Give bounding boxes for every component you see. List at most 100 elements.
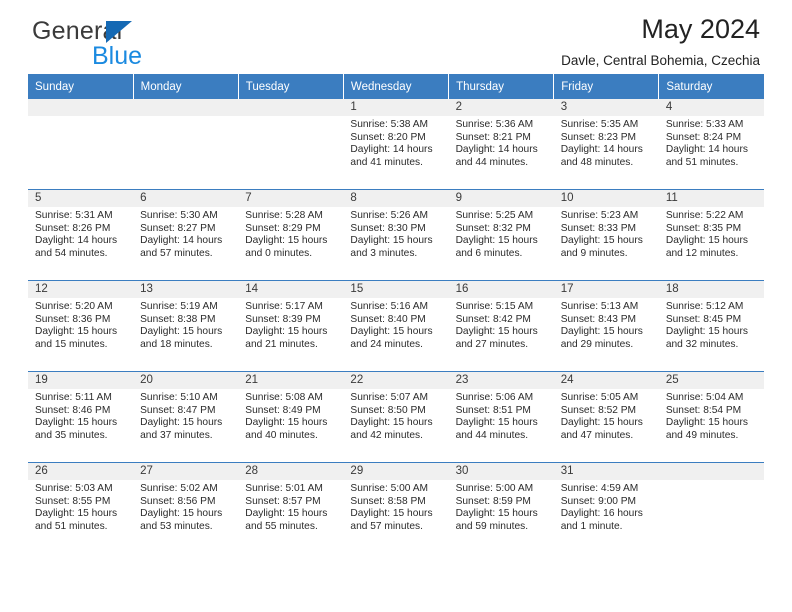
logo-text-blue: Blue (92, 42, 143, 70)
day-cell[interactable]: 27 Sunrise: 5:02 AM Sunset: 8:56 PM Dayligh… (133, 462, 239, 553)
day-cell[interactable]: 17 Sunrise: 5:13 AM Sunset: 8:43 PM Dayligh… (553, 280, 659, 372)
daylight-duration-line1: Daylight: 15 hours (350, 326, 433, 338)
daylight-duration-line1: Daylight: 15 hours (665, 326, 748, 338)
day-cell[interactable]: 22 Sunrise: 5:07 AM Sunset: 8:50 PM Dayligh… (343, 371, 449, 463)
daylight-duration-line2: and 44 minutes. (455, 429, 529, 441)
daylight-duration-line1: Daylight: 14 hours (140, 235, 223, 247)
day-cell[interactable]: 31 Sunrise: 4:59 AM Sunset: 9:00 PM Dayligh… (553, 462, 659, 553)
day-number: 3 (553, 99, 659, 116)
day-cell[interactable]: 12 Sunrise: 5:20 AM Sunset: 8:36 PM Dayligh… (28, 280, 134, 372)
daylight-duration-line2: and 32 minutes. (665, 338, 739, 350)
day-cell[interactable]: 26 Sunrise: 5:03 AM Sunset: 8:55 PM Dayligh… (28, 462, 134, 553)
sunrise-time: Sunrise: 5:33 AM (665, 119, 744, 130)
sunset-time: Sunset: 8:47 PM (140, 404, 216, 416)
sunset-time: Sunset: 8:55 PM (35, 495, 111, 507)
sunset-time: Sunset: 8:29 PM (245, 222, 321, 234)
sunset-time: Sunset: 8:30 PM (350, 222, 426, 234)
sunrise-time: Sunrise: 5:15 AM (455, 301, 534, 312)
day-cell[interactable]: 4 Sunrise: 5:33 AM Sunset: 8:24 PM Daylight… (658, 99, 764, 190)
sunrise-time: Sunrise: 5:07 AM (350, 392, 429, 403)
sunset-time: Sunset: 8:51 PM (455, 404, 531, 416)
day-cell[interactable]: 25 Sunrise: 5:04 AM Sunset: 8:54 PM Dayligh… (658, 371, 764, 463)
day-cell[interactable] (658, 462, 764, 553)
sunset-time: Sunset: 8:46 PM (35, 404, 111, 416)
sunrise-time: Sunrise: 5:25 AM (455, 210, 534, 221)
day-cell[interactable]: 7 Sunrise: 5:28 AM Sunset: 8:29 PM Daylight… (238, 189, 344, 281)
week-row: 5 Sunrise: 5:31 AM Sunset: 8:26 PM Daylight… (28, 189, 764, 281)
sunset-time: Sunset: 8:38 PM (140, 313, 216, 325)
day-cell[interactable]: 5 Sunrise: 5:31 AM Sunset: 8:26 PM Daylight… (28, 189, 134, 281)
day-cell[interactable]: 30 Sunrise: 5:00 AM Sunset: 8:59 PM Dayligh… (448, 462, 554, 553)
day-cell[interactable]: 10 Sunrise: 5:23 AM Sunset: 8:33 PM Dayligh… (553, 189, 659, 281)
sunrise-time: Sunrise: 5:01 AM (245, 483, 323, 494)
day-cell[interactable]: 24 Sunrise: 5:05 AM Sunset: 8:52 PM Dayligh… (553, 371, 659, 463)
day-cell[interactable]: 28 Sunrise: 5:01 AM Sunset: 8:57 PM Dayligh… (238, 462, 344, 553)
sunrise-time: Sunrise: 5:20 AM (35, 301, 113, 312)
daylight-duration-line1: Daylight: 15 hours (560, 235, 643, 247)
daylight-duration-line2: and 47 minutes. (560, 429, 634, 441)
sunset-time: Sunset: 8:45 PM (665, 313, 742, 325)
day-number: 29 (343, 463, 449, 480)
day-number: 21 (238, 372, 344, 389)
daylight-duration-line2: and 12 minutes. (665, 247, 739, 259)
day-number: 20 (133, 372, 239, 389)
day-cell[interactable]: 11 Sunrise: 5:22 AM Sunset: 8:35 PM Dayligh… (658, 189, 764, 281)
daylight-duration-line1: Daylight: 15 hours (350, 508, 433, 520)
sunrise-time: Sunrise: 5:38 AM (350, 119, 429, 130)
day-cell[interactable]: 13 Sunrise: 5:19 AM Sunset: 8:38 PM Dayligh… (133, 280, 239, 372)
day-number: 17 (553, 281, 659, 298)
day-cell[interactable]: 9 Sunrise: 5:25 AM Sunset: 8:32 PM Daylight… (448, 189, 554, 281)
day-number: 2 (448, 99, 554, 116)
day-number: 24 (553, 372, 659, 389)
day-cell[interactable]: 8 Sunrise: 5:26 AM Sunset: 8:30 PM Daylight… (343, 189, 449, 281)
day-cell[interactable]: 16 Sunrise: 5:15 AM Sunset: 8:42 PM Dayligh… (448, 280, 554, 372)
day-number: 28 (238, 463, 344, 480)
day-cell[interactable]: 19 Sunrise: 5:11 AM Sunset: 8:46 PM Dayligh… (28, 371, 134, 463)
sunset-time: Sunset: 8:58 PM (350, 495, 426, 507)
daylight-duration-line1: Daylight: 16 hours (560, 508, 643, 520)
daylight-duration-line1: Daylight: 15 hours (350, 417, 433, 429)
day-cell[interactable]: 15 Sunrise: 5:16 AM Sunset: 8:40 PM Dayligh… (343, 280, 449, 372)
sunrise-time: Sunrise: 5:30 AM (140, 210, 218, 221)
day-cell[interactable] (28, 99, 134, 190)
sunrise-time: Sunrise: 5:22 AM (665, 210, 744, 221)
daylight-duration-line2: and 55 minutes. (245, 520, 318, 532)
day-number: 5 (28, 190, 134, 207)
sunrise-time: Sunrise: 5:36 AM (455, 119, 534, 130)
daylight-duration-line1: Daylight: 15 hours (140, 326, 223, 338)
day-cell[interactable]: 29 Sunrise: 5:00 AM Sunset: 8:58 PM Dayligh… (343, 462, 449, 553)
day-cell[interactable]: 20 Sunrise: 5:10 AM Sunset: 8:47 PM Dayligh… (133, 371, 239, 463)
day-cell[interactable]: 18 Sunrise: 5:12 AM Sunset: 8:45 PM Dayligh… (658, 280, 764, 372)
day-number (238, 99, 344, 116)
day-cell[interactable]: 21 Sunrise: 5:08 AM Sunset: 8:49 PM Dayligh… (238, 371, 344, 463)
sunrise-time: Sunrise: 5:00 AM (455, 483, 534, 494)
daylight-duration-line2: and 6 minutes. (455, 247, 523, 259)
day-cell[interactable] (133, 99, 239, 190)
day-cell[interactable] (238, 99, 344, 190)
sunrise-time: Sunrise: 5:06 AM (455, 392, 534, 403)
sunrise-time: Sunrise: 5:16 AM (350, 301, 429, 312)
week-row: 19 Sunrise: 5:11 AM Sunset: 8:46 PM Dayligh… (28, 371, 764, 463)
day-number (28, 99, 134, 116)
day-number: 25 (658, 372, 764, 389)
day-number: 27 (133, 463, 239, 480)
day-cell[interactable]: 2 Sunrise: 5:36 AM Sunset: 8:21 PM Daylight… (448, 99, 554, 190)
calendar-page: General Blue May 2024 Davle, Central Boh… (0, 0, 792, 612)
day-number: 14 (238, 281, 344, 298)
daylight-duration-line1: Daylight: 15 hours (35, 508, 118, 520)
general-blue-logo[interactable]: General Blue (32, 17, 232, 73)
daylight-duration-line2: and 53 minutes. (140, 520, 213, 532)
daylight-duration-line1: Daylight: 15 hours (455, 326, 538, 338)
day-cell[interactable]: 14 Sunrise: 5:17 AM Sunset: 8:39 PM Dayligh… (238, 280, 344, 372)
daylight-duration-line1: Daylight: 15 hours (560, 326, 643, 338)
sunrise-time: Sunrise: 5:00 AM (350, 483, 429, 494)
day-cell[interactable]: 23 Sunrise: 5:06 AM Sunset: 8:51 PM Dayligh… (448, 371, 554, 463)
weekday-header-monday: Monday (133, 74, 239, 99)
day-cell[interactable]: 1 Sunrise: 5:38 AM Sunset: 8:20 PM Daylight… (343, 99, 449, 190)
week-row: 26 Sunrise: 5:03 AM Sunset: 8:55 PM Dayligh… (28, 462, 764, 553)
day-cell[interactable]: 3 Sunrise: 5:35 AM Sunset: 8:23 PM Daylight… (553, 99, 659, 190)
day-number: 30 (448, 463, 554, 480)
sunset-time: Sunset: 8:21 PM (455, 131, 531, 143)
sunset-time: Sunset: 8:35 PM (665, 222, 742, 234)
day-cell[interactable]: 6 Sunrise: 5:30 AM Sunset: 8:27 PM Daylight… (133, 189, 239, 281)
